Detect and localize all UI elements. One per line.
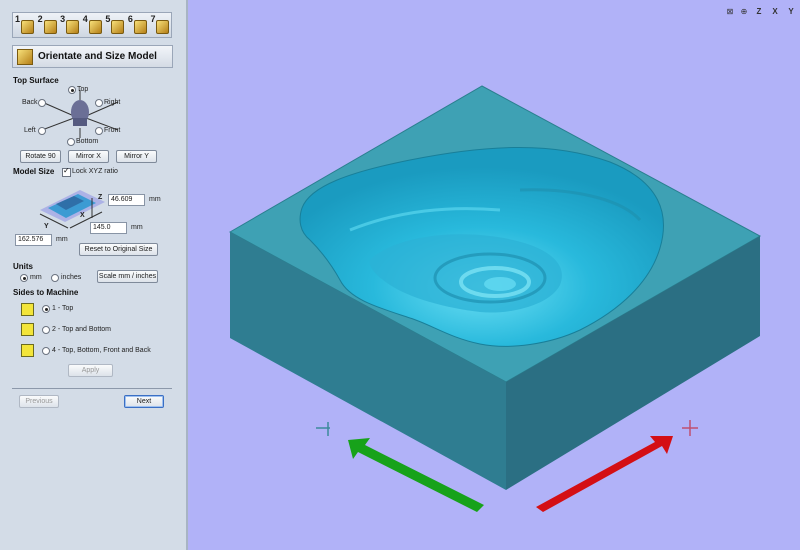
divider (12, 388, 172, 389)
previous-button[interactable]: Previous (19, 395, 59, 408)
lock-xyz-label: Lock XYZ ratio (72, 168, 118, 175)
bottom-radio-label: Bottom (76, 138, 99, 145)
units-inches-label: inches (61, 274, 82, 281)
reset-size-button[interactable]: Reset to Original Size (79, 243, 158, 256)
top-surface-right-radio[interactable] (95, 99, 103, 107)
rotate-90-button[interactable]: Rotate 90 (20, 150, 61, 163)
cube-four-sides-icon (21, 344, 34, 357)
step-number: 7 (150, 14, 156, 24)
y-axis-label: Y (44, 223, 49, 230)
step-6-button[interactable]: 6 (127, 14, 149, 35)
x-axis-label: X (80, 212, 85, 219)
z-axis-label: Z (98, 194, 103, 201)
units-inches-radio[interactable] (51, 274, 59, 282)
top-surface-front-radio[interactable] (95, 127, 103, 135)
top-surface-top-radio[interactable] (68, 86, 76, 94)
right-radio-label: Right (104, 99, 121, 106)
back-radio-label: Back (22, 99, 38, 106)
step-icon (111, 20, 125, 34)
step-icon (156, 20, 170, 34)
apply-button[interactable]: Apply (68, 364, 113, 377)
wizard-panel: 1 2 3 4 5 6 7 Orientate and Size Model T… (0, 0, 188, 550)
sides-1-label: 1 - Top (52, 305, 74, 312)
units-heading: Units (13, 262, 33, 271)
cube-top-icon (21, 303, 34, 316)
z-unit-label: mm (149, 196, 161, 203)
mirror-y-button[interactable]: Mirror Y (116, 150, 157, 163)
step-icon (21, 20, 34, 34)
top-radio-label: Top (77, 86, 89, 93)
step-4-button[interactable]: 4 (82, 14, 104, 35)
z-size-field[interactable]: 46.609 (108, 194, 145, 206)
step-number: 5 (105, 14, 111, 24)
wizard-steps-toolbar: 1 2 3 4 5 6 7 (12, 12, 172, 38)
front-radio-label: Front (104, 127, 121, 134)
model-size-heading: Model Size (13, 167, 55, 176)
cube-top-bottom-icon (21, 323, 34, 336)
step-number: 4 (82, 14, 88, 24)
sides-1-radio[interactable] (42, 305, 50, 313)
page-title: Orientate and Size Model (38, 51, 157, 62)
step-number: 6 (127, 14, 133, 24)
top-surface-heading: Top Surface (13, 76, 59, 85)
step-1-button[interactable]: 1 (15, 14, 36, 35)
step-2-button[interactable]: 2 (37, 14, 59, 35)
top-surface-back-radio[interactable] (38, 99, 46, 107)
y-axis-marker (316, 422, 330, 436)
sides-2-radio[interactable] (42, 326, 50, 334)
top-surface-bottom-radio[interactable] (67, 138, 75, 146)
y-unit-label: mm (56, 236, 68, 243)
step-icon (66, 20, 80, 34)
x-axis-marker (682, 420, 698, 436)
step-number: 1 (15, 14, 21, 24)
step-title-bar: Orientate and Size Model (12, 45, 173, 68)
top-surface-left-radio[interactable] (38, 127, 46, 135)
step-icon (43, 20, 57, 34)
step-title-icon (17, 48, 33, 65)
model-scene (228, 85, 762, 512)
step-5-button[interactable]: 5 (105, 14, 126, 35)
step-icon (88, 20, 102, 34)
scale-units-button[interactable]: Scale mm / inches (97, 270, 158, 283)
step-3-button[interactable]: 3 (60, 14, 81, 35)
step-number: 3 (60, 14, 66, 24)
mirror-x-button[interactable]: Mirror X (68, 150, 109, 163)
lock-xyz-checkbox[interactable] (62, 166, 71, 177)
3d-viewport[interactable]: ⊠ ⊕ Z X Y (190, 0, 800, 550)
left-radio-label: Left (24, 127, 36, 134)
step-7-button[interactable]: 7 (150, 14, 171, 35)
sides-4-radio[interactable] (42, 347, 50, 355)
step-icon (133, 20, 147, 34)
step-number: 2 (37, 14, 43, 24)
x-unit-label: mm (131, 224, 143, 231)
sides-2-label: 2 - Top and Bottom (52, 326, 112, 333)
units-mm-radio[interactable] (20, 274, 28, 282)
next-button[interactable]: Next (124, 395, 164, 408)
sides-heading: Sides to Machine (13, 288, 79, 297)
y-size-field[interactable]: 162.576 (15, 234, 52, 246)
sides-4-label: 4 - Top, Bottom, Front and Back (52, 347, 151, 354)
units-mm-label: mm (30, 274, 42, 281)
x-size-field[interactable]: 145.0 (90, 222, 127, 234)
